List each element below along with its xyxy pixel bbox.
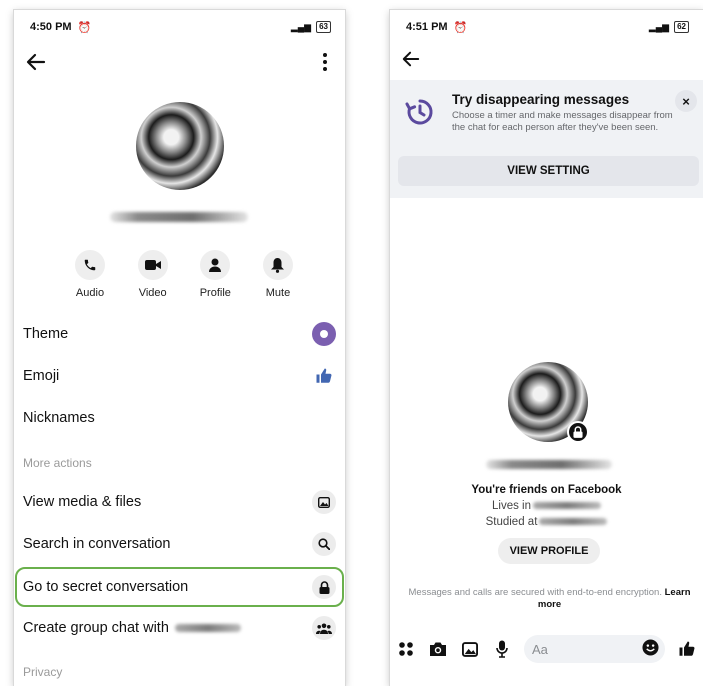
microphone-icon[interactable] (492, 639, 512, 659)
view-media-label: View media & files (23, 494, 142, 510)
create-group-label: Create group chat with (23, 620, 169, 636)
audio-label: Audio (75, 287, 105, 299)
camera-icon[interactable] (428, 639, 448, 659)
privacy-heading: Privacy (23, 665, 63, 679)
audio-call-button[interactable]: Audio (64, 250, 116, 299)
conversation-settings-screen: 4:50 PM ⏰ ▂▄▆ 63 Audio Video Profile Mut… (14, 10, 345, 686)
mute-label: Mute (265, 287, 291, 299)
status-bar: 4:51 PM ⏰ ▂▄▆ 62 (390, 10, 703, 44)
signal-icon: ▂▄▆ (290, 21, 312, 32)
more-options-icon[interactable] (319, 50, 331, 74)
redacted-name (174, 624, 241, 633)
lives-in-detail: Lives in (390, 500, 703, 512)
studied-at-label: Studied at (485, 516, 538, 528)
banner-title: Try disappearing messages (452, 92, 630, 107)
signal-icon: ▂▄▆ (648, 21, 670, 32)
profile-label: Profile (199, 287, 231, 299)
studied-at-detail: Studied at (390, 516, 703, 528)
status-time: 4:50 PM (30, 21, 72, 33)
secret-label: Go to secret conversation (23, 579, 189, 595)
disappearing-messages-banner: Try disappearing messages Choose a timer… (390, 80, 703, 198)
emoji-icon[interactable] (642, 639, 659, 659)
message-composer: Aa (390, 632, 703, 666)
encryption-notice: Messages and calls are secured with end-… (400, 587, 699, 611)
system-nav-bar (390, 678, 703, 686)
contact-name-redacted (110, 212, 248, 222)
timer-icon (404, 96, 436, 128)
nicknames-row[interactable]: Nicknames (14, 397, 345, 439)
friends-status: You're friends on Facebook (471, 484, 622, 496)
alarm-icon: ⏰ (453, 21, 468, 34)
gallery-icon[interactable] (460, 639, 480, 659)
message-placeholder: Aa (532, 641, 548, 657)
theme-label: Theme (23, 326, 69, 342)
status-time: 4:51 PM (406, 21, 448, 33)
video-camera-icon (137, 250, 168, 280)
view-media-row[interactable]: View media & files (14, 481, 345, 523)
battery-level: 63 (316, 21, 331, 33)
battery-level: 62 (674, 21, 689, 33)
view-profile-button[interactable]: VIEW PROFILE (498, 538, 600, 564)
person-icon (200, 250, 231, 280)
search-label: Search in conversation (23, 536, 171, 552)
avatar[interactable] (136, 102, 224, 190)
quick-actions: Audio Video Profile Mute (64, 250, 304, 299)
search-icon (312, 532, 336, 556)
bell-icon (262, 250, 293, 280)
status-bar: 4:50 PM ⏰ ▂▄▆ 63 (14, 10, 345, 44)
lives-in-label: Lives in (492, 500, 531, 512)
back-arrow-icon[interactable] (400, 48, 422, 70)
secret-conversation-screen: 4:51 PM ⏰ ▂▄▆ 62 Try disappearing messag… (390, 10, 703, 686)
theme-row[interactable]: Theme (14, 313, 345, 355)
lock-icon (567, 421, 589, 443)
more-actions-heading: More actions (23, 456, 92, 470)
nicknames-label: Nicknames (23, 410, 95, 426)
encryption-text: Messages and calls are secured with end-… (408, 587, 662, 598)
apps-grid-icon[interactable] (396, 639, 416, 659)
emoji-row[interactable]: Emoji (14, 355, 345, 397)
redacted-location (533, 502, 601, 510)
contact-name-redacted (486, 460, 612, 469)
mute-button[interactable]: Mute (252, 250, 304, 299)
secret-conversation-row[interactable]: Go to secret conversation (14, 566, 345, 608)
back-arrow-icon[interactable] (24, 50, 48, 74)
image-icon (312, 490, 336, 514)
close-icon[interactable]: × (675, 90, 697, 112)
profile-button[interactable]: Profile (189, 250, 241, 299)
create-group-row[interactable]: Create group chat with (14, 607, 345, 649)
message-input[interactable]: Aa (524, 635, 665, 663)
search-conversation-row[interactable]: Search in conversation (14, 523, 345, 565)
phone-icon (75, 250, 105, 280)
view-setting-button[interactable]: VIEW SETTING (398, 156, 699, 186)
alarm-icon: ⏰ (77, 21, 92, 34)
banner-body: Choose a timer and make messages disappe… (452, 110, 673, 133)
thumbs-up-icon[interactable] (677, 639, 697, 659)
video-label: Video (138, 287, 167, 299)
theme-color-icon (312, 322, 336, 346)
thumbs-up-icon (312, 364, 336, 388)
emoji-label: Emoji (23, 368, 60, 384)
group-icon (312, 616, 336, 640)
lock-icon (312, 575, 336, 599)
redacted-school (539, 518, 608, 526)
video-call-button[interactable]: Video (127, 250, 179, 299)
